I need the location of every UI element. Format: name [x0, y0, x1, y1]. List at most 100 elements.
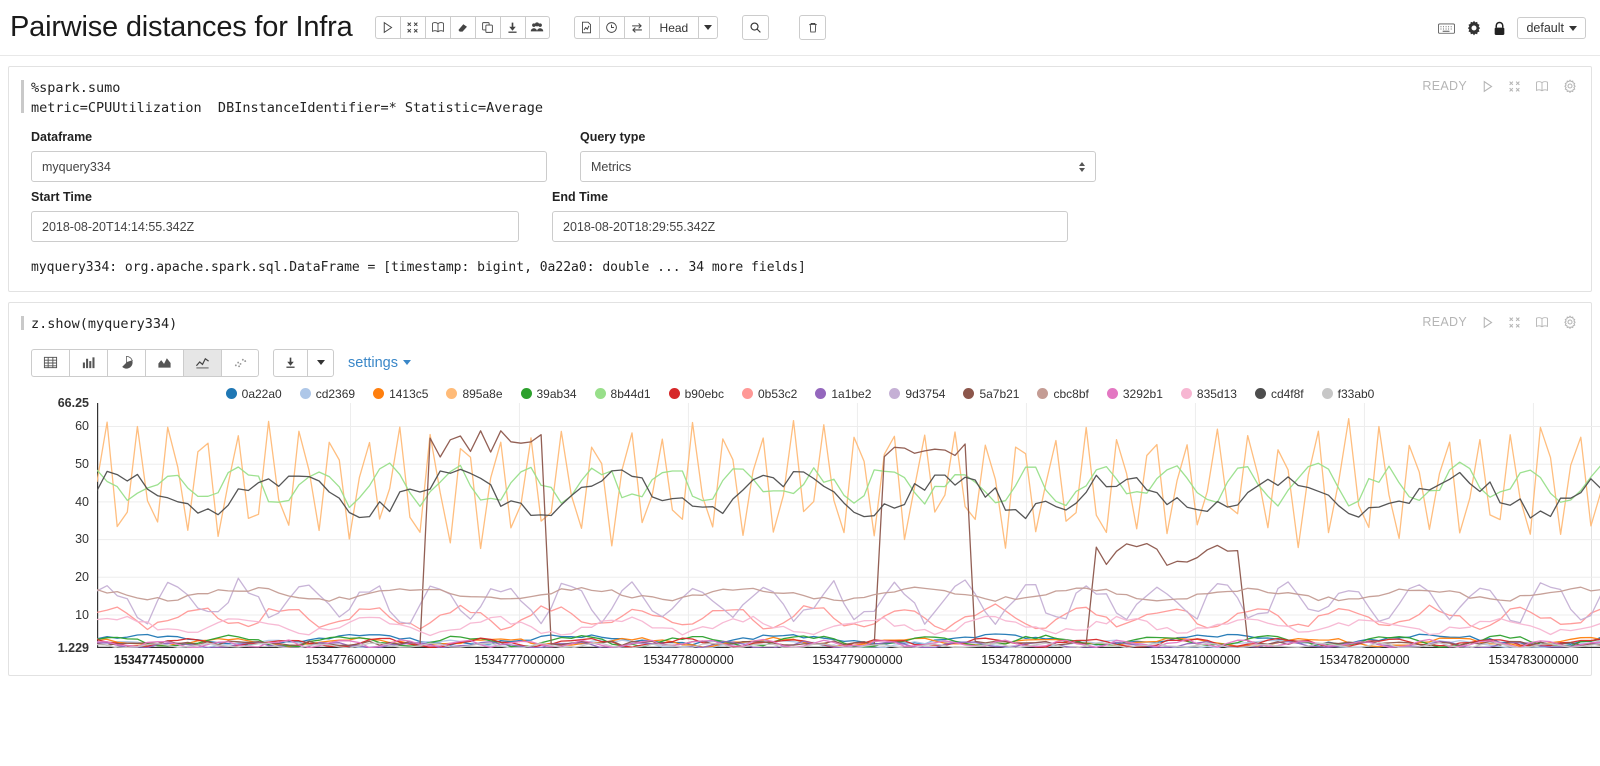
collapse-paragraph-icon[interactable] [1508, 316, 1521, 329]
legend-item[interactable]: f33ab0 [1321, 386, 1375, 401]
x-axis-tick-label: 1534777000000 [474, 652, 565, 667]
download-dropdown-caret[interactable] [307, 348, 334, 377]
interpreter-binding-dropdown[interactable]: default [1517, 17, 1586, 39]
legend-color-dot [225, 388, 237, 400]
query-type-select[interactable]: Metrics [580, 151, 1096, 183]
viz-line-button[interactable] [183, 348, 221, 377]
y-axis-tick-label: 50 [75, 456, 89, 471]
legend-label: 3292b1 [1122, 386, 1163, 401]
collapse-paragraph-icon[interactable] [1508, 80, 1521, 93]
viz-area-button[interactable] [145, 348, 183, 377]
legend-item[interactable]: cbc8bf [1037, 387, 1089, 401]
legend-label: b90ebc [684, 386, 724, 401]
lock-icon[interactable] [1493, 21, 1506, 36]
chart-settings-label: settings [348, 354, 398, 371]
line-chart-plot[interactable] [97, 402, 1600, 648]
paragraph1-code[interactable]: %spark.sumo metric=CPUUtilization DBInst… [9, 67, 1591, 126]
legend-color-dot [1321, 388, 1333, 400]
legend-item[interactable]: 3292b1 [1106, 386, 1163, 401]
chevron-down-icon [402, 360, 411, 366]
download-icon[interactable] [273, 348, 307, 377]
legend-color-dot [520, 388, 532, 400]
collapse-all-icon[interactable] [399, 16, 425, 39]
legend-item[interactable]: 9d3754 [889, 387, 945, 401]
legend-label: 835d13 [1196, 386, 1237, 401]
trash-icon[interactable] [799, 15, 827, 40]
legend-color-dot [815, 388, 827, 400]
paragraph2-status-bar: READY [1422, 315, 1577, 330]
legend-color-dot [594, 388, 606, 400]
y-axis-tick-label: 40 [75, 494, 89, 509]
legend-color-dot [1254, 388, 1266, 400]
run-paragraph-icon[interactable] [1481, 316, 1494, 329]
chevron-down-icon [1569, 25, 1577, 31]
chart-container: 66.25 60 50 40 30 20 10 1.229 1534774500000 1534… [17, 396, 1600, 675]
legend-item[interactable]: cd2369 [299, 386, 356, 401]
x-axis-tick-label: 1534783000000 [1488, 652, 1579, 667]
head-dropdown[interactable]: Head [648, 16, 699, 39]
viz-type-group [31, 348, 259, 377]
dataframe-field[interactable] [31, 151, 547, 183]
start-time-label: Start Time [31, 190, 92, 205]
book-icon[interactable] [424, 16, 450, 39]
legend-color-dot [1037, 388, 1049, 400]
run-paragraph-icon[interactable] [1481, 80, 1494, 93]
viz-bar-button[interactable] [69, 348, 107, 377]
chart-legend: 0a22a0 cd2369 1413c5 895a8e 39ab34 8b44d1 b90e… [9, 383, 1591, 403]
search-icon[interactable] [742, 15, 770, 40]
end-time-field-group: End Time [552, 190, 1068, 243]
legend-label: f33ab0 [1337, 386, 1375, 401]
dataframe-label: Dataframe [31, 130, 93, 145]
y-axis-tick-label: 60 [75, 419, 89, 434]
book-paragraph-icon[interactable] [1535, 80, 1549, 93]
permissions-icon[interactable] [524, 16, 550, 39]
legend-item[interactable]: 5a7b21 [963, 387, 1019, 401]
legend-item[interactable]: 1a1be2 [815, 387, 871, 401]
legend-item[interactable]: 835d13 [1180, 386, 1237, 401]
clone-icon[interactable] [474, 16, 500, 39]
head-dropdown-caret[interactable] [698, 16, 719, 39]
legend-label: 0b53c2 [757, 386, 798, 401]
legend-item[interactable]: 0a22a0 [225, 386, 282, 401]
query-type-field-group: Query type Metrics [580, 130, 1096, 183]
paragraph2-code[interactable]: z.show(myquery334) [9, 303, 1591, 343]
y-axis-tick-label: 20 [75, 569, 89, 584]
report-icon[interactable] [573, 16, 599, 39]
legend-label: 5a7b21 [979, 386, 1020, 401]
settings-paragraph-icon[interactable] [1563, 79, 1577, 93]
viz-scatter-button[interactable] [221, 348, 259, 377]
interpreter-binding-label: default [1526, 21, 1564, 35]
legend-item[interactable]: 1413c5 [373, 387, 428, 401]
legend-label: cd2369 [315, 386, 356, 401]
legend-item[interactable]: 895a8e [446, 387, 503, 401]
swap-icon[interactable] [623, 16, 649, 39]
book-paragraph-icon[interactable] [1535, 316, 1549, 329]
viz-pie-button[interactable] [107, 348, 145, 377]
chart-settings-toggle[interactable]: settings [348, 355, 411, 371]
chevron-updown-icon [1079, 161, 1085, 172]
settings-paragraph-icon[interactable] [1563, 315, 1577, 330]
viz-table-button[interactable] [31, 348, 69, 377]
x-axis-tick-label: 1534780000000 [981, 652, 1072, 667]
x-axis-tick-label: 1534774500000 [113, 652, 205, 667]
legend-item[interactable]: 0b53c2 [741, 386, 798, 401]
legend-label: 0a22a0 [241, 386, 282, 401]
legend-item[interactable]: 39ab34 [520, 387, 577, 401]
legend-item[interactable]: b90ebc [668, 386, 724, 401]
legend-item[interactable]: 8b44d1 [594, 387, 651, 401]
legend-color-dot [889, 388, 901, 400]
legend-item[interactable]: cd4f8f [1254, 387, 1304, 401]
eraser-icon[interactable] [449, 16, 475, 39]
run-all-icon[interactable] [374, 16, 400, 39]
query-type-value: Metrics [591, 159, 632, 174]
end-time-field[interactable] [552, 211, 1068, 243]
status-badge: READY [1422, 79, 1467, 93]
keyboard-icon[interactable] [1438, 22, 1456, 35]
start-time-field[interactable] [31, 211, 519, 243]
header-right-controls: default [1438, 0, 1586, 56]
paragraph-show-dataframe: z.show(myquery334) READY settings 0a22a0… [8, 302, 1600, 676]
clock-icon[interactable] [598, 16, 624, 39]
export-icon[interactable] [499, 16, 525, 39]
legend-color-dot [1106, 388, 1118, 400]
gear-icon[interactable] [1466, 20, 1482, 36]
